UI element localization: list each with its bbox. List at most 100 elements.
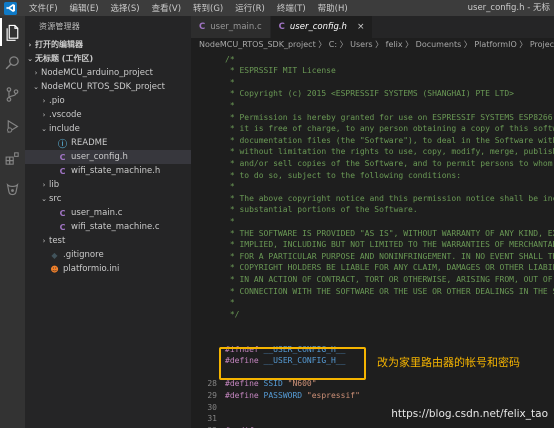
line-number: 29: [207, 390, 217, 400]
editor-tabs: C user_main.c C user_config.h ×: [191, 16, 554, 38]
tree-item[interactable]: ⌄ NodeMCU_RTOS_SDK_project: [25, 80, 191, 94]
highlight-box: [219, 347, 366, 380]
tree-item[interactable]: Cwifi_state_machine.c: [25, 220, 191, 234]
menu-item[interactable]: 转到(G): [187, 2, 229, 14]
annotation-text: 改为家里路由器的帐号和密码: [377, 356, 520, 369]
code-line: * CONNECTION WITH THE SOFTWARE OR THE US…: [191, 285, 554, 297]
tab-user-config[interactable]: C user_config.h ×: [270, 16, 374, 38]
tree-item-label: NodeMCU_RTOS_SDK_project: [41, 82, 166, 92]
chevron-right-icon: ›: [42, 181, 46, 189]
code-text: */: [225, 309, 240, 319]
watermark: https://blog.csdn.net/felix_tao: [391, 408, 548, 420]
menu-item[interactable]: 编辑(E): [64, 2, 105, 14]
code-line: * without limitation the rights to use, …: [191, 146, 554, 158]
tree-item-label: user_config.h: [71, 152, 128, 162]
c-file-icon: C: [59, 222, 66, 232]
code-text: *: [225, 77, 235, 87]
code-line: *: [191, 297, 554, 309]
explorer-icon[interactable]: [0, 18, 25, 46]
chevron-right-icon: ›: [42, 97, 46, 105]
chevron-right-icon: ›: [34, 69, 38, 77]
chevron-right-icon: ›: [42, 111, 46, 119]
close-icon[interactable]: ×: [357, 22, 365, 32]
code-text: * COPYRIGHT HOLDERS BE LIABLE FOR ANY CL…: [229, 263, 554, 273]
code-line: */: [191, 308, 554, 320]
run-debug-icon[interactable]: [0, 112, 25, 140]
code-text: * it is free of charge, to any person ob…: [229, 124, 554, 134]
code-text: * The above copyright notice and this pe…: [229, 193, 554, 203]
code-text: * FOR A PARTICULAR PURPOSE AND NONINFRIN…: [229, 251, 554, 261]
code-text: /*: [225, 54, 235, 64]
code-line: * ESPRSSIF MIT License: [191, 65, 554, 77]
menu-item[interactable]: 终端(T): [271, 2, 312, 14]
tree-item[interactable]: ⌄ src: [25, 192, 191, 206]
code-text: #define SSID "N600": [225, 379, 317, 389]
tree-item-label: include: [49, 124, 80, 134]
tree-item[interactable]: Cuser_config.h: [25, 150, 191, 164]
info-icon: ⓘ: [57, 139, 67, 150]
tree-item-label: NodeMCU_arduino_project: [41, 68, 153, 78]
tree-item[interactable]: › NodeMCU_arduino_project: [25, 66, 191, 80]
activity-bar: [0, 16, 25, 428]
code-line: * and/or sell copies of the Software, an…: [191, 157, 554, 169]
code-text: * THE SOFTWARE IS PROVIDED "AS IS", WITH…: [229, 228, 554, 238]
code-line: * to do so, subject to the following con…: [191, 169, 554, 181]
platformio-icon[interactable]: [0, 176, 25, 204]
tree-item[interactable]: › .vscode: [25, 108, 191, 122]
source-control-icon[interactable]: [0, 80, 25, 108]
tree-item[interactable]: › test: [25, 234, 191, 248]
code-line: *: [191, 181, 554, 193]
menu-item[interactable]: 文件(F): [23, 2, 64, 14]
tree-item-label: .gitignore: [63, 250, 104, 260]
code-line: * IN AN ACTION OF CONTRACT, TORT OR OTHE…: [191, 273, 554, 285]
workspace-section[interactable]: ⌄ 无标题 (工作区): [25, 52, 191, 66]
tab-user-main[interactable]: C user_main.c: [191, 16, 271, 38]
window-title: user_config.h - 无标: [467, 3, 550, 13]
tree-item[interactable]: › lib: [25, 178, 191, 192]
tree-item-label: lib: [49, 180, 60, 190]
open-editors-section[interactable]: › 打开的编辑器: [25, 38, 191, 52]
search-icon[interactable]: [0, 48, 25, 76]
vscode-logo-icon: [4, 1, 17, 15]
menu-item[interactable]: 选择(S): [105, 2, 146, 14]
tree-item[interactable]: ☻ platformio.ini: [25, 262, 191, 276]
code-line: /*: [191, 53, 554, 65]
menu-item[interactable]: 查看(V): [146, 2, 187, 14]
tree-item[interactable]: ⌄ include: [25, 122, 191, 136]
code-line: * IMPLIED, INCLUDING BUT NOT LIMITED TO …: [191, 239, 554, 251]
code-line: * Copyright (c) 2015 <ESPRESSIF SYSTEMS …: [191, 88, 554, 100]
code-line: *: [191, 215, 554, 227]
title-bar: 文件(F) 编辑(E) 选择(S) 查看(V) 转到(G) 运行(R) 终端(T) 帮助(H)…: [0, 0, 554, 16]
c-file-icon: C: [278, 22, 285, 32]
tree-item[interactable]: ⓘ README: [25, 136, 191, 150]
tree-item-label: user_main.c: [71, 208, 123, 218]
code-text: * without limitation the rights to use, …: [229, 147, 554, 157]
open-editors-label: 打开的编辑器: [35, 40, 83, 49]
c-file-icon: C: [59, 166, 66, 176]
code-text: * IN AN ACTION OF CONTRACT, TORT OR OTHE…: [225, 274, 554, 284]
code-text: *: [225, 298, 235, 308]
tree-item[interactable]: › .pio: [25, 94, 191, 108]
tree-item-label: README: [71, 138, 108, 148]
sidebar-title: 资源管理器: [39, 22, 80, 31]
tree-item[interactable]: Cuser_main.c: [25, 206, 191, 220]
c-file-icon: C: [59, 152, 66, 162]
extensions-icon[interactable]: [0, 144, 25, 172]
chevron-right-icon: ›: [28, 41, 32, 49]
code-text: * ESPRSSIF MIT License: [225, 66, 336, 76]
breadcrumb[interactable]: NodeMCU_RTOS_SDK_project 〉 C: 〉 Users 〉 …: [191, 38, 554, 52]
code-line: * documentation files (the "Software"), …: [191, 134, 554, 146]
tree-item-label: wifi_state_machine.h: [71, 166, 161, 176]
line-number: 28: [207, 379, 217, 389]
tree-item[interactable]: ◆ .gitignore: [25, 248, 191, 262]
tab-label: user_main.c: [210, 22, 262, 32]
code-text: * Permission is hereby granted for use o…: [229, 112, 553, 122]
tree-item[interactable]: Cwifi_state_machine.h: [25, 164, 191, 178]
code-text: * to do so, subject to the following con…: [225, 170, 462, 180]
menu-item[interactable]: 运行(R): [229, 2, 271, 14]
tree-item-label: test: [49, 236, 66, 246]
code-text: * substantial portions of the Software.: [225, 205, 418, 215]
menu-item[interactable]: 帮助(H): [312, 2, 354, 14]
